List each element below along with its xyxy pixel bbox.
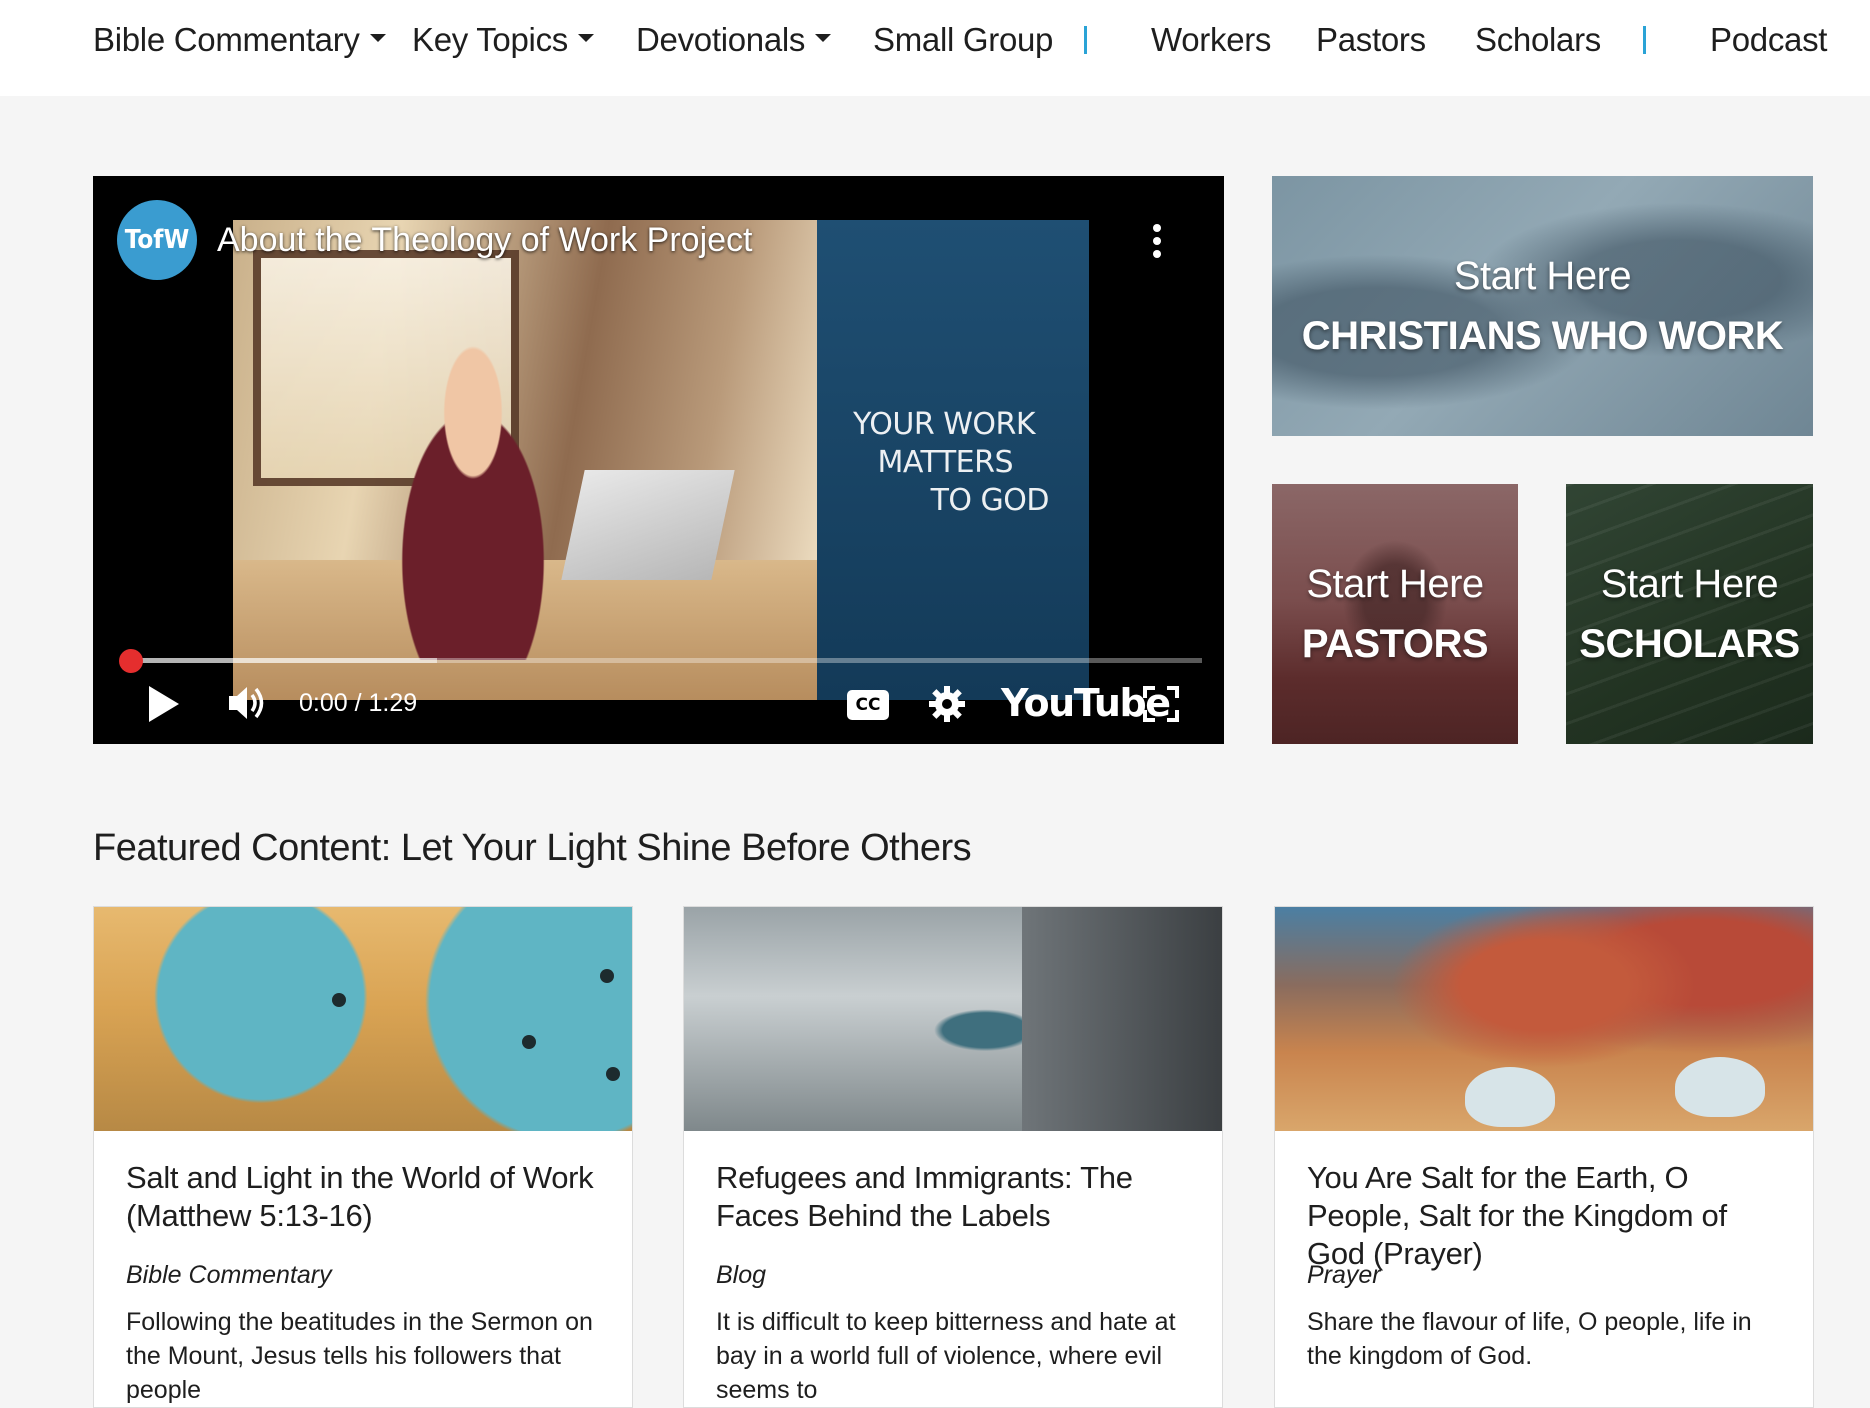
nav-small-group-label: Small Group [873,21,1054,58]
menu-kebab-icon[interactable] [1152,224,1162,260]
nav-devotionals-label: Devotionals [636,21,806,58]
top-navigation: Bible Commentary Key Topics Devotionals … [0,0,1870,96]
video-text-panel: YOUR WORK MATTERS TO GOD [817,220,1089,700]
fullscreen-icon[interactable] [1141,684,1181,724]
card-category: Prayer [1307,1261,1381,1289]
start-here-pastors-tile[interactable]: Start Here PASTORS [1272,484,1518,744]
tile-pastors-line1: Start Here [1306,562,1484,606]
chevron-down-icon [577,34,594,43]
card-image[interactable] [94,907,632,1131]
card-category: Bible Commentary [126,1261,332,1289]
panel-line-1: YOUR WORK [853,407,1035,442]
card-category: Blog [716,1261,767,1289]
nav-pastors-label: Pastors [1316,21,1426,58]
card-description: Following the beatitudes in the Sermon o… [126,1308,593,1404]
nav-key-topics-label: Key Topics [412,21,568,58]
nav-divider [1643,26,1646,54]
tile-scholars-line2: SCHOLARS [1579,622,1800,666]
card-image[interactable] [684,907,1222,1131]
video-progress-bar[interactable] [119,649,1202,673]
settings-gear-icon[interactable] [927,684,967,724]
nav-devotionals[interactable]: Devotionals [636,16,832,64]
card-title[interactable]: Refugees and Immigrants: The Faces Behin… [716,1159,1194,1235]
tile-scholars-line1: Start Here [1600,562,1779,606]
video-title[interactable]: About the Theology of Work Project [217,220,752,260]
tile-pastors-line2: PASTORS [1301,622,1489,666]
nav-small-group[interactable]: Small Group [873,16,1053,64]
card-title[interactable]: Salt and Light in the World of Work (Mat… [126,1159,604,1235]
card-title[interactable]: You Are Salt for the Earth, O People, Sa… [1307,1159,1785,1273]
nav-workers[interactable]: Workers [1151,16,1271,64]
nav-workers-label: Workers [1151,21,1272,58]
tile-christians-line2: CHRISTIANS WHO WORK [1301,314,1784,358]
volume-icon[interactable] [225,682,269,724]
nav-bible-commentary-label: Bible Commentary [93,21,360,58]
card-image[interactable] [1275,907,1813,1131]
featured-heading: Featured Content: Let Your Light Shine B… [93,827,972,869]
nav-divider [1084,26,1087,54]
featured-card: Refugees and Immigrants: The Faces Behin… [683,906,1223,1408]
video-time: 0:00 / 1:29 [299,689,418,717]
captions-icon[interactable]: CC [847,690,889,720]
featured-card: Salt and Light in the World of Work (Mat… [93,906,633,1408]
start-here-christians-tile[interactable]: Start Here CHRISTIANS WHO WORK [1272,176,1813,436]
youtube-video-player[interactable]: YOUR WORK MATTERS TO GOD TofW About the … [93,176,1224,744]
thumbnail-laptop [561,470,735,580]
card-description: It is difficult to keep bitterness and h… [716,1308,1176,1404]
panel-text: YOUR WORK MATTERS TO GOD [853,406,1049,520]
tile-christians-line1: Start Here [1453,254,1632,298]
nav-scholars[interactable]: Scholars [1475,16,1601,64]
start-here-scholars-tile[interactable]: Start Here SCHOLARS [1566,484,1813,744]
featured-card: You Are Salt for the Earth, O People, Sa… [1274,906,1814,1408]
panel-line-3: TO GOD [930,483,1050,518]
nav-scholars-label: Scholars [1475,21,1601,58]
nav-podcast[interactable]: Podcast [1710,16,1827,64]
progress-loaded [125,658,438,663]
progress-scrubber[interactable] [119,649,143,673]
play-icon[interactable] [149,686,179,722]
channel-logo-text: TofW [124,225,190,255]
nav-podcast-label: Podcast [1710,21,1828,58]
panel-line-2: MATTERS [877,445,1013,480]
nav-bible-commentary[interactable]: Bible Commentary [93,16,386,64]
chevron-down-icon [815,34,832,43]
nav-key-topics[interactable]: Key Topics [412,16,594,64]
thumbnail-person [363,330,583,660]
channel-logo[interactable]: TofW [117,200,197,280]
nav-pastors[interactable]: Pastors [1316,16,1426,64]
chevron-down-icon [369,34,386,43]
card-description: Share the flavour of life, O people, lif… [1307,1308,1752,1370]
